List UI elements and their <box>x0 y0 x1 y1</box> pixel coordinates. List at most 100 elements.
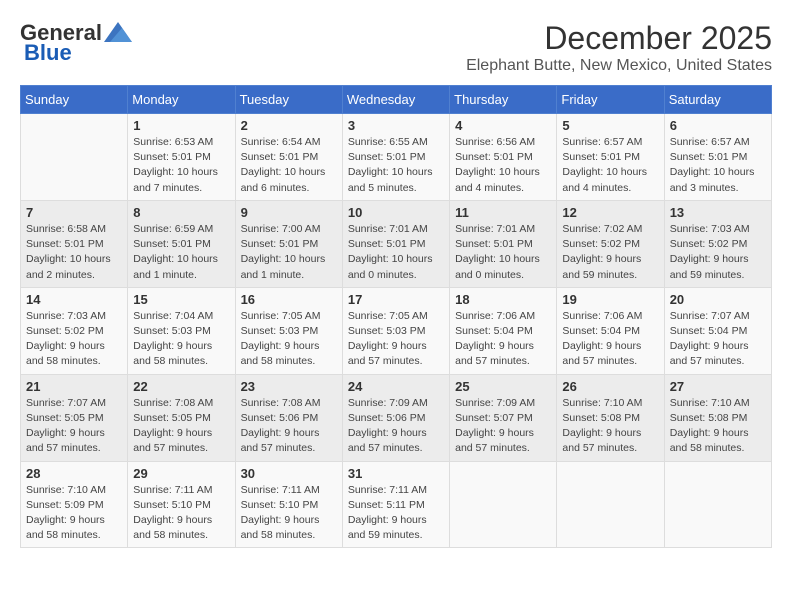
week-row-3: 14 Sunrise: 7:03 AM Sunset: 5:02 PM Dayli… <box>21 287 772 374</box>
day-number: 14 <box>26 292 122 307</box>
day-number: 8 <box>133 205 229 220</box>
calendar-cell: 15 Sunrise: 7:04 AM Sunset: 5:03 PM Dayli… <box>128 287 235 374</box>
calendar-cell: 5Sunrise: 6:57 AM Sunset: 5:01 PM Daylig… <box>557 114 664 201</box>
calendar-cell: 31 Sunrise: 7:11 AM Sunset: 5:11 PM Dayli… <box>342 461 449 548</box>
calendar-cell: 2Sunrise: 6:54 AM Sunset: 5:01 PM Daylig… <box>235 114 342 201</box>
page-header: General Blue December 2025 Elephant Butt… <box>20 20 772 75</box>
calendar-cell <box>557 461 664 548</box>
day-number: 31 <box>348 466 444 481</box>
day-number: 1 <box>133 118 229 133</box>
calendar-body: 1 Sunrise: 6:53 AM Sunset: 5:01 PM Daylig… <box>21 114 772 548</box>
calendar-cell: 13Sunrise: 7:03 AM Sunset: 5:02 PM Dayli… <box>664 200 771 287</box>
header-saturday: Saturday <box>664 86 771 114</box>
day-info: Sunrise: 7:02 AM Sunset: 5:02 PM Dayligh… <box>562 222 658 283</box>
calendar-cell: 24 Sunrise: 7:09 AM Sunset: 5:06 PM Dayli… <box>342 374 449 461</box>
day-number: 4 <box>455 118 551 133</box>
header-thursday: Thursday <box>450 86 557 114</box>
day-number: 10 <box>348 205 444 220</box>
day-info: Sunrise: 7:11 AM Sunset: 5:10 PM Dayligh… <box>133 483 229 544</box>
day-number: 26 <box>562 379 658 394</box>
day-number: 9 <box>241 205 337 220</box>
calendar-cell: 29 Sunrise: 7:11 AM Sunset: 5:10 PM Dayli… <box>128 461 235 548</box>
week-row-4: 21Sunrise: 7:07 AM Sunset: 5:05 PM Dayli… <box>21 374 772 461</box>
day-number: 11 <box>455 205 551 220</box>
day-number: 27 <box>670 379 766 394</box>
day-number: 28 <box>26 466 122 481</box>
calendar-cell: 14 Sunrise: 7:03 AM Sunset: 5:02 PM Dayli… <box>21 287 128 374</box>
day-info: Sunrise: 7:10 AM Sunset: 5:08 PM Dayligh… <box>562 396 658 457</box>
calendar-cell: 9 Sunrise: 7:00 AM Sunset: 5:01 PM Daylig… <box>235 200 342 287</box>
day-info: Sunrise: 7:11 AM Sunset: 5:11 PM Dayligh… <box>348 483 444 544</box>
day-number: 29 <box>133 466 229 481</box>
day-number: 5 <box>562 118 658 133</box>
day-number: 23 <box>241 379 337 394</box>
day-number: 17 <box>348 292 444 307</box>
calendar-cell: 26 Sunrise: 7:10 AM Sunset: 5:08 PM Dayli… <box>557 374 664 461</box>
day-info: Sunrise: 7:06 AM Sunset: 5:04 PM Dayligh… <box>455 309 551 370</box>
day-number: 25 <box>455 379 551 394</box>
title-section: December 2025 Elephant Butte, New Mexico… <box>466 20 772 75</box>
day-number: 6 <box>670 118 766 133</box>
calendar-cell: 12Sunrise: 7:02 AM Sunset: 5:02 PM Dayli… <box>557 200 664 287</box>
day-info: Sunrise: 6:53 AM Sunset: 5:01 PM Dayligh… <box>133 135 229 196</box>
week-row-2: 7Sunrise: 6:58 AM Sunset: 5:01 PM Daylig… <box>21 200 772 287</box>
day-info: Sunrise: 7:05 AM Sunset: 5:03 PM Dayligh… <box>348 309 444 370</box>
logo-icon <box>104 22 132 42</box>
day-number: 15 <box>133 292 229 307</box>
calendar-cell: 11Sunrise: 7:01 AM Sunset: 5:01 PM Dayli… <box>450 200 557 287</box>
calendar-cell <box>21 114 128 201</box>
calendar-cell: 4 Sunrise: 6:56 AM Sunset: 5:01 PM Daylig… <box>450 114 557 201</box>
calendar-cell: 30 Sunrise: 7:11 AM Sunset: 5:10 PM Dayli… <box>235 461 342 548</box>
calendar-cell: 18 Sunrise: 7:06 AM Sunset: 5:04 PM Dayli… <box>450 287 557 374</box>
day-info: Sunrise: 7:05 AM Sunset: 5:03 PM Dayligh… <box>241 309 337 370</box>
day-info: Sunrise: 7:09 AM Sunset: 5:06 PM Dayligh… <box>348 396 444 457</box>
day-info: Sunrise: 7:04 AM Sunset: 5:03 PM Dayligh… <box>133 309 229 370</box>
calendar-cell: 23 Sunrise: 7:08 AM Sunset: 5:06 PM Dayli… <box>235 374 342 461</box>
day-info: Sunrise: 7:08 AM Sunset: 5:06 PM Dayligh… <box>241 396 337 457</box>
calendar-cell: 6 Sunrise: 6:57 AM Sunset: 5:01 PM Daylig… <box>664 114 771 201</box>
calendar-cell: 25Sunrise: 7:09 AM Sunset: 5:07 PM Dayli… <box>450 374 557 461</box>
day-number: 24 <box>348 379 444 394</box>
logo: General Blue <box>20 20 132 66</box>
calendar-cell: 17 Sunrise: 7:05 AM Sunset: 5:03 PM Dayli… <box>342 287 449 374</box>
calendar-table: SundayMondayTuesdayWednesdayThursdayFrid… <box>20 85 772 548</box>
header-wednesday: Wednesday <box>342 86 449 114</box>
day-info: Sunrise: 6:56 AM Sunset: 5:01 PM Dayligh… <box>455 135 551 196</box>
day-info: Sunrise: 7:07 AM Sunset: 5:04 PM Dayligh… <box>670 309 766 370</box>
day-info: Sunrise: 6:54 AM Sunset: 5:01 PM Dayligh… <box>241 135 337 196</box>
week-row-5: 28Sunrise: 7:10 AM Sunset: 5:09 PM Dayli… <box>21 461 772 548</box>
calendar-cell: 8 Sunrise: 6:59 AM Sunset: 5:01 PM Daylig… <box>128 200 235 287</box>
day-number: 20 <box>670 292 766 307</box>
calendar-cell: 7Sunrise: 6:58 AM Sunset: 5:01 PM Daylig… <box>21 200 128 287</box>
logo-blue: Blue <box>24 40 72 66</box>
day-number: 19 <box>562 292 658 307</box>
day-number: 3 <box>348 118 444 133</box>
week-row-1: 1 Sunrise: 6:53 AM Sunset: 5:01 PM Daylig… <box>21 114 772 201</box>
day-info: Sunrise: 7:11 AM Sunset: 5:10 PM Dayligh… <box>241 483 337 544</box>
day-number: 16 <box>241 292 337 307</box>
day-number: 7 <box>26 205 122 220</box>
calendar-header-row: SundayMondayTuesdayWednesdayThursdayFrid… <box>21 86 772 114</box>
header-monday: Monday <box>128 86 235 114</box>
header-sunday: Sunday <box>21 86 128 114</box>
calendar-cell: 22 Sunrise: 7:08 AM Sunset: 5:05 PM Dayli… <box>128 374 235 461</box>
day-number: 30 <box>241 466 337 481</box>
calendar-cell: 21Sunrise: 7:07 AM Sunset: 5:05 PM Dayli… <box>21 374 128 461</box>
day-info: Sunrise: 7:00 AM Sunset: 5:01 PM Dayligh… <box>241 222 337 283</box>
calendar-cell <box>450 461 557 548</box>
day-info: Sunrise: 7:03 AM Sunset: 5:02 PM Dayligh… <box>26 309 122 370</box>
day-number: 18 <box>455 292 551 307</box>
header-tuesday: Tuesday <box>235 86 342 114</box>
day-info: Sunrise: 7:08 AM Sunset: 5:05 PM Dayligh… <box>133 396 229 457</box>
day-info: Sunrise: 7:10 AM Sunset: 5:08 PM Dayligh… <box>670 396 766 457</box>
day-info: Sunrise: 7:07 AM Sunset: 5:05 PM Dayligh… <box>26 396 122 457</box>
month-title: December 2025 <box>466 20 772 57</box>
calendar-cell <box>664 461 771 548</box>
calendar-cell: 16 Sunrise: 7:05 AM Sunset: 5:03 PM Dayli… <box>235 287 342 374</box>
calendar-cell: 28Sunrise: 7:10 AM Sunset: 5:09 PM Dayli… <box>21 461 128 548</box>
day-info: Sunrise: 7:03 AM Sunset: 5:02 PM Dayligh… <box>670 222 766 283</box>
day-number: 22 <box>133 379 229 394</box>
day-info: Sunrise: 6:59 AM Sunset: 5:01 PM Dayligh… <box>133 222 229 283</box>
day-info: Sunrise: 6:55 AM Sunset: 5:01 PM Dayligh… <box>348 135 444 196</box>
day-info: Sunrise: 6:57 AM Sunset: 5:01 PM Dayligh… <box>670 135 766 196</box>
